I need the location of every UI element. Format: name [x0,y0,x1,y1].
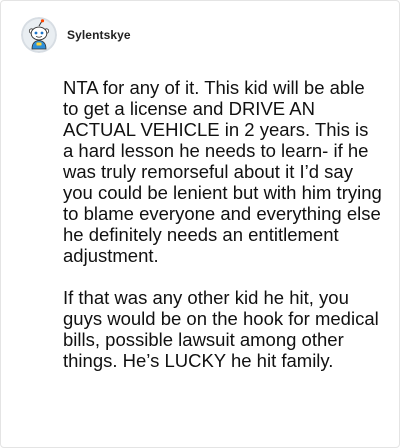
comment-body: NTA for any of it. This kid will be able… [63,77,383,371]
avatar-image [21,17,57,53]
snoo-avatar-icon[interactable] [21,17,57,53]
comment-paragraph-2: If that was any other kid he hit, you gu… [63,287,379,371]
username[interactable]: Sylentskye [67,28,131,42]
comment-header: Sylentskye [21,17,131,53]
comment-paragraph-1: NTA for any of it. This kid will be able… [63,77,382,266]
comment-card: Sylentskye NTA for any of it. This kid w… [0,0,400,448]
